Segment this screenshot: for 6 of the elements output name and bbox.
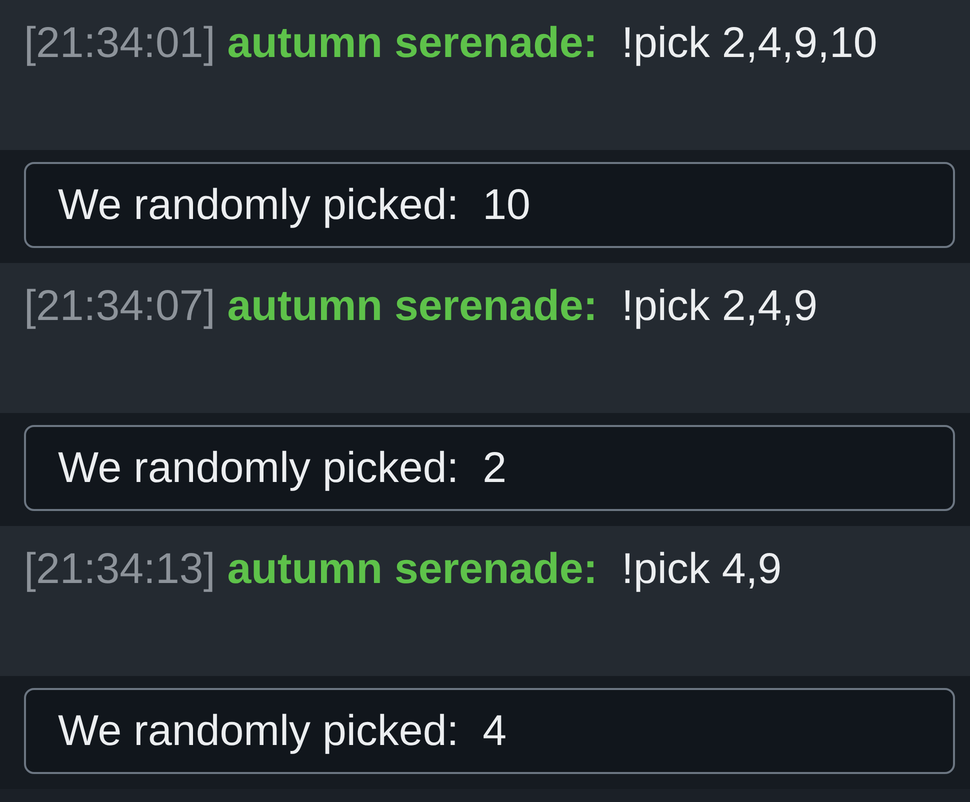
bot-reply-text: We randomly picked: 2 xyxy=(58,444,507,492)
chat-message: [21:34:13] autumn serenade: !pick 4,9 xyxy=(24,544,783,595)
chat-message: [21:34:01] autumn serenade: !pick 2,4,9,10 xyxy=(24,18,878,69)
bot-reply-text: We randomly picked: 4 xyxy=(58,706,507,756)
chat-message: [21:34:07] autumn serenade: !pick 2,4,9 xyxy=(24,281,819,332)
bot-reply-text: We randomly picked: 10 xyxy=(58,180,530,230)
